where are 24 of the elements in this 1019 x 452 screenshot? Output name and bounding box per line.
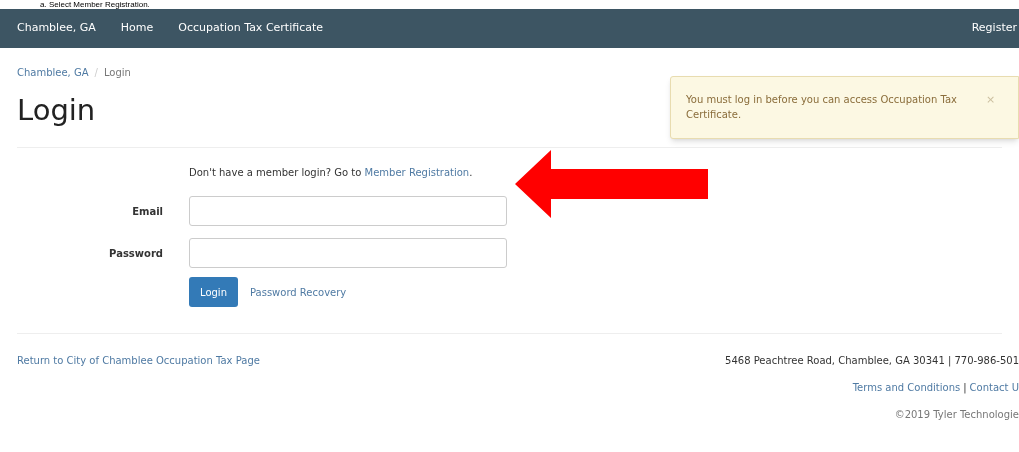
input-field[interactable] xyxy=(189,238,507,268)
breadcrumb-current: Login xyxy=(103,66,131,80)
return-link[interactable]: Return to City of Chamblee Occupation Tax Page xyxy=(17,353,260,422)
nav-link[interactable]: Occupation Tax Certificate xyxy=(178,20,324,37)
field-label: Password xyxy=(108,246,163,261)
field-label: Email xyxy=(131,204,163,219)
link-separator: | xyxy=(963,381,967,395)
nav-link[interactable]: Home xyxy=(120,20,154,37)
input-field[interactable] xyxy=(189,196,507,226)
breadcrumb-separator: / xyxy=(94,66,98,80)
page-title: Login xyxy=(17,92,97,128)
breadcrumb-link[interactable]: Chamblee, GA xyxy=(17,65,89,80)
login-button[interactable]: Login xyxy=(189,277,238,307)
footer-link[interactable]: Terms and Conditions xyxy=(852,380,961,395)
footer-address: 5468 Peachtree Road, Chamblee, GA 30341 | 770-986-501 xyxy=(725,354,1019,368)
password-recovery-link[interactable]: Password Recovery xyxy=(250,284,347,300)
registration-prompt: Don't have a member login? Go to Member Registration. xyxy=(189,166,474,180)
footer-link[interactable]: Contact U xyxy=(969,380,1019,395)
alert-message: You must log in before you can access Occupation Tax Certificate. xyxy=(686,93,958,122)
brand-link[interactable]: Chamblee, GA xyxy=(17,20,96,37)
arrow-icon xyxy=(515,150,708,218)
register-link[interactable]: Register xyxy=(971,20,1019,37)
caption: a. Select Member Registration. xyxy=(40,0,150,9)
copyright: ©2019 Tyler Technologie xyxy=(894,408,1019,422)
